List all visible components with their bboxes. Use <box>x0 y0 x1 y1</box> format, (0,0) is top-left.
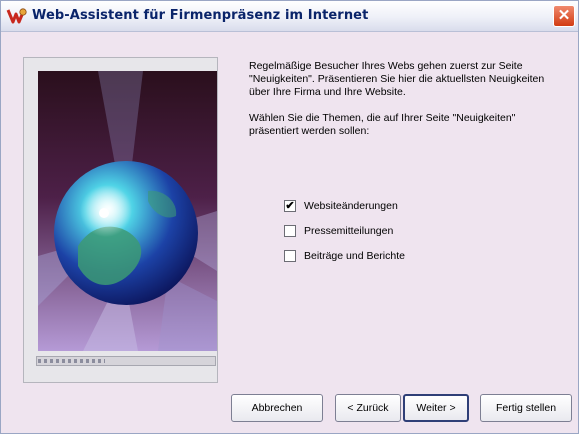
progress-fill <box>38 359 105 363</box>
globe-illustration <box>38 71 217 351</box>
next-button[interactable]: Weiter > <box>403 394 469 422</box>
wizard-dialog: Web-Assistent für Firmenpräsenz im Inter… <box>0 0 579 434</box>
checkbox-websiteaenderungen[interactable]: ✔ <box>284 200 296 212</box>
window-title: Web-Assistent für Firmenpräsenz im Inter… <box>32 8 369 23</box>
intro-paragraph: Regelmäßige Besucher Ihres Webs gehen zu… <box>249 60 545 98</box>
checkbox-pressemitteilungen[interactable] <box>284 225 296 237</box>
title-bar[interactable]: Web-Assistent für Firmenpräsenz im Inter… <box>1 1 578 32</box>
finish-button[interactable]: Fertig stellen <box>480 394 572 422</box>
checkbox-beitraege-und-berichte[interactable] <box>284 250 296 262</box>
close-button[interactable]: ✕ <box>553 5 575 27</box>
back-button[interactable]: < Zurück <box>335 394 401 422</box>
wizard-content: Regelmäßige Besucher Ihres Webs gehen zu… <box>249 60 565 138</box>
wizard-progress-bar <box>36 356 216 366</box>
checkbox-label[interactable]: Pressemitteilungen <box>304 225 393 237</box>
close-icon: ✕ <box>557 7 571 24</box>
cancel-button[interactable]: Abbrechen <box>231 394 323 422</box>
checkbox-label[interactable]: Beiträge und Berichte <box>304 250 405 262</box>
checkbox-label[interactable]: Websiteänderungen <box>304 200 398 212</box>
app-icon <box>6 8 27 24</box>
wizard-side-panel <box>23 57 218 383</box>
instruction-paragraph: Wählen Sie die Themen, die auf Ihrer Sei… <box>249 112 516 137</box>
